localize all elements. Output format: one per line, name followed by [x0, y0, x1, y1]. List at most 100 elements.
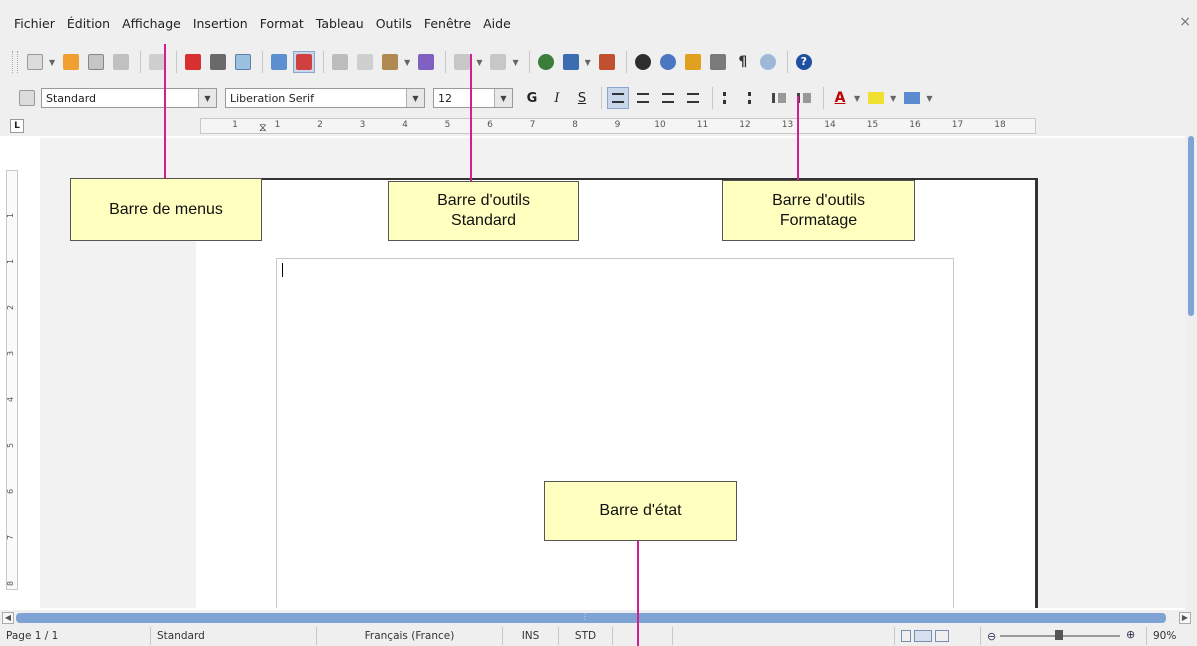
chevron-down-icon[interactable]: ▼: [494, 89, 512, 107]
redo-button[interactable]: [487, 51, 509, 73]
vertical-scrollbar-thumb[interactable]: [1188, 136, 1194, 316]
spellcheck-button[interactable]: [268, 51, 290, 73]
scroll-right-icon[interactable]: ▶: [1179, 612, 1191, 624]
toolbar-separator: [625, 51, 627, 73]
highlighting-button[interactable]: [865, 87, 887, 109]
status-selection-mode[interactable]: STD: [558, 627, 612, 645]
paste-button[interactable]: [379, 51, 401, 73]
underline-button[interactable]: S: [571, 87, 593, 109]
background-color-dropdown-icon[interactable]: ▼: [926, 94, 932, 103]
font-color-button[interactable]: A: [829, 87, 851, 109]
help-icon: ?: [795, 54, 812, 70]
menu-affichage[interactable]: Affichage: [122, 16, 181, 31]
horizontal-scrollbar[interactable]: ◀ ⋮ ▶: [0, 610, 1197, 626]
menu-fichier[interactable]: Fichier: [14, 16, 55, 31]
open-button[interactable]: [60, 51, 82, 73]
find-replace-icon: [634, 54, 651, 70]
menu-insertion[interactable]: Insertion: [193, 16, 248, 31]
horizontal-ruler[interactable]: ⧖ 1 1 2 3 4 5 6 7 8 9 10 11 12 13 14 15 16 17 18: [200, 118, 1036, 134]
numbering-button[interactable]: [718, 87, 740, 109]
chevron-down-icon[interactable]: ▼: [198, 89, 216, 107]
copy-button[interactable]: [354, 51, 376, 73]
paste-dropdown-icon[interactable]: ▼: [404, 58, 410, 67]
document-page[interactable]: [196, 178, 1038, 608]
zoom-slider-knob[interactable]: [1055, 630, 1063, 640]
menu-outils[interactable]: Outils: [376, 16, 412, 31]
scroll-left-icon[interactable]: ◀: [2, 612, 14, 624]
autospellcheck-button[interactable]: [293, 51, 316, 73]
zoom-out-icon[interactable]: ⊖: [987, 630, 996, 643]
status-page-style[interactable]: Standard: [150, 627, 316, 645]
help-button[interactable]: ?: [793, 51, 815, 73]
formatting-marks-button[interactable]: ¶: [732, 51, 754, 73]
font-name-combo[interactable]: Liberation Serif ▼: [225, 88, 425, 108]
tab-stop-selector[interactable]: L: [10, 119, 24, 133]
print-preview-button[interactable]: [232, 51, 254, 73]
find-replace-button[interactable]: [632, 51, 654, 73]
table-button[interactable]: [560, 51, 582, 73]
chevron-down-icon[interactable]: ▼: [406, 89, 424, 107]
save-button[interactable]: [85, 51, 107, 73]
align-right-button[interactable]: [657, 87, 679, 109]
justify-button[interactable]: [682, 87, 704, 109]
font-color-dropdown-icon[interactable]: ▼: [854, 94, 860, 103]
toolbar-separator: [262, 51, 264, 73]
data-sources-button[interactable]: [707, 51, 729, 73]
ruler-tick-label: 7: [529, 120, 536, 130]
align-center-button[interactable]: [632, 87, 654, 109]
bold-button[interactable]: G: [521, 87, 543, 109]
gallery-button[interactable]: [682, 51, 704, 73]
indent-marker-icon[interactable]: ⧖: [259, 121, 267, 135]
status-page-count[interactable]: Page 1 / 1: [0, 627, 150, 645]
italic-button[interactable]: I: [546, 87, 568, 109]
status-zoom-level[interactable]: 90%: [1146, 627, 1197, 645]
menu-tableau[interactable]: Tableau: [316, 16, 364, 31]
new-document-button[interactable]: [24, 51, 46, 73]
background-color-button[interactable]: [901, 87, 923, 109]
zoom-in-icon[interactable]: ⊕: [1126, 628, 1135, 641]
status-document-modified[interactable]: [612, 627, 672, 645]
vertical-ruler[interactable]: 1 1 2 3 4 5 6 7 8: [6, 170, 18, 590]
vertical-ruler-tick-label: 6: [6, 488, 16, 495]
text-boundaries[interactable]: [276, 258, 954, 608]
status-language[interactable]: Français (France): [316, 627, 502, 645]
book-view-icon[interactable]: [935, 630, 949, 642]
ruler-tick-label: 9: [614, 120, 621, 130]
hyperlink-button[interactable]: [535, 51, 557, 73]
status-signature[interactable]: [672, 627, 894, 645]
redo-dropdown-icon[interactable]: ▼: [512, 58, 518, 67]
align-left-button[interactable]: [607, 87, 629, 109]
undo-dropdown-icon[interactable]: ▼: [476, 58, 482, 67]
open-icon: [63, 54, 80, 70]
chart-button[interactable]: [596, 51, 618, 73]
export-pdf-button[interactable]: [182, 51, 204, 73]
email-button[interactable]: [110, 51, 132, 73]
clone-formatting-button[interactable]: [415, 51, 437, 73]
zoom-button[interactable]: [757, 51, 779, 73]
navigator-icon: [659, 54, 676, 70]
toolbar-grip[interactable]: [12, 51, 18, 73]
ruler-tick-label: 18: [994, 120, 1006, 130]
standard-toolbar: ▼ ▼ ▼ ▼ ▼ ¶ ?: [0, 44, 1197, 80]
multi-page-view-icon[interactable]: [914, 630, 932, 642]
print-button[interactable]: [207, 51, 229, 73]
bullets-button[interactable]: [743, 87, 765, 109]
font-size-combo[interactable]: 12 ▼: [433, 88, 513, 108]
menu-format[interactable]: Format: [260, 16, 304, 31]
styles-formatting-button[interactable]: [16, 87, 38, 109]
highlighting-dropdown-icon[interactable]: ▼: [890, 94, 896, 103]
status-insert-mode[interactable]: INS: [502, 627, 558, 645]
close-document-icon[interactable]: ×: [1179, 14, 1191, 30]
table-dropdown-icon[interactable]: ▼: [585, 58, 591, 67]
menu-aide[interactable]: Aide: [483, 16, 511, 31]
menu-edition[interactable]: Édition: [67, 16, 110, 31]
cut-button[interactable]: [329, 51, 351, 73]
vertical-scrollbar[interactable]: [1185, 116, 1197, 610]
new-document-dropdown-icon[interactable]: ▼: [49, 58, 55, 67]
navigator-button[interactable]: [657, 51, 679, 73]
increase-indent-button[interactable]: [768, 87, 790, 109]
single-page-view-icon[interactable]: [901, 630, 911, 642]
menu-fenetre[interactable]: Fenêtre: [424, 16, 471, 31]
paragraph-style-combo[interactable]: Standard ▼: [41, 88, 217, 108]
horizontal-scrollbar-thumb[interactable]: ⋮: [16, 612, 1166, 623]
